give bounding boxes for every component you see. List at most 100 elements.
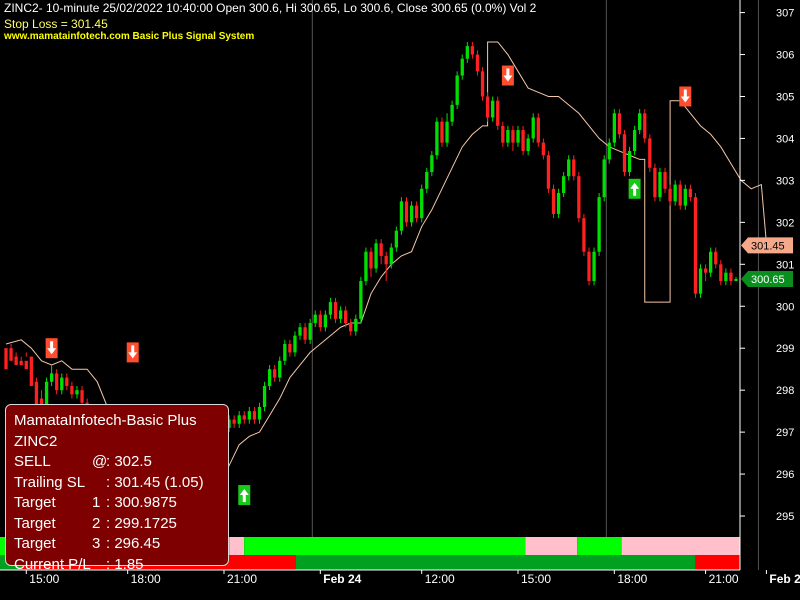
sell-arrow-icon bbox=[45, 338, 58, 359]
info-value: : 300.9875 bbox=[106, 494, 177, 511]
candle-body bbox=[729, 272, 733, 282]
chart-title: ZINC2- 10-minute 25/02/2022 10:40:00 Ope… bbox=[4, 1, 537, 15]
x-tick-label: 21:00 bbox=[227, 572, 257, 586]
candle-body bbox=[475, 54, 480, 72]
candle-body bbox=[491, 100, 495, 118]
candle-body bbox=[496, 100, 500, 126]
candle-body bbox=[551, 188, 556, 214]
candle-body bbox=[369, 251, 373, 269]
y-tick-label: 301 bbox=[776, 259, 794, 271]
info-value: : 296.45 bbox=[106, 535, 161, 552]
signal-band-top bbox=[229, 537, 245, 555]
candle-body bbox=[724, 272, 728, 282]
candle-body bbox=[612, 113, 616, 143]
x-tick-label: Feb 24 bbox=[323, 572, 361, 586]
candle-body bbox=[734, 278, 738, 282]
candle-body bbox=[627, 151, 632, 173]
candle-body bbox=[485, 96, 490, 118]
candle-body bbox=[60, 377, 64, 391]
y-tick-label: 303 bbox=[776, 175, 794, 187]
info-row-target-1: Target 1: 300.9875 bbox=[14, 493, 220, 514]
candle-body bbox=[506, 130, 510, 143]
candle-body bbox=[409, 205, 414, 223]
y-tick-label: 297 bbox=[776, 427, 794, 439]
candle-body bbox=[267, 369, 272, 386]
candle-body bbox=[278, 360, 282, 378]
info-key: Trailing SL bbox=[14, 473, 86, 491]
signal-info-box: MamataInfotech-Basic Plus ZINC2 SELL @: 3… bbox=[5, 404, 229, 573]
candle-body bbox=[14, 356, 18, 365]
info-value: : 302.5 bbox=[106, 453, 152, 470]
info-row-current-pl: Current P/L: 1.85 bbox=[14, 555, 220, 576]
candle-body bbox=[420, 188, 424, 219]
candle-body bbox=[703, 268, 708, 273]
x-tick-label: Feb 25 bbox=[769, 572, 800, 586]
candle-body bbox=[414, 205, 419, 219]
candle-body bbox=[501, 125, 505, 143]
candle-body bbox=[678, 184, 682, 206]
candle-body bbox=[9, 348, 13, 361]
candle-body bbox=[394, 230, 398, 248]
y-tick-label: 296 bbox=[776, 469, 794, 481]
candle-body bbox=[425, 172, 429, 189]
candle-body bbox=[546, 155, 551, 189]
candle-body bbox=[516, 130, 520, 143]
buy-arrow-icon bbox=[628, 178, 641, 199]
y-tick-label: 305 bbox=[776, 91, 794, 103]
candle-body bbox=[404, 201, 409, 223]
y-tick-label: 299 bbox=[776, 343, 794, 355]
y-tick-label: 298 bbox=[776, 385, 794, 397]
sell-arrow-icon bbox=[679, 86, 692, 107]
candle-body bbox=[673, 184, 677, 202]
candle-body bbox=[460, 58, 464, 76]
info-row-trailing-sl: Trailing SL: 301.45 (1.05) bbox=[14, 473, 220, 494]
candle-body bbox=[242, 415, 246, 420]
candle-body bbox=[364, 251, 368, 282]
candle-body bbox=[354, 318, 358, 332]
info-key: Target bbox=[14, 514, 56, 532]
candle-body bbox=[648, 138, 652, 168]
candle-body bbox=[638, 113, 642, 131]
candle-body bbox=[313, 314, 317, 324]
candle-body bbox=[455, 75, 459, 105]
signal-band-top bbox=[244, 537, 526, 555]
candle-body bbox=[308, 323, 312, 340]
candle-body bbox=[602, 159, 606, 198]
candle-body bbox=[567, 159, 571, 177]
candle-body bbox=[323, 314, 328, 328]
candle-body bbox=[75, 390, 79, 395]
candle-body bbox=[632, 130, 637, 152]
candle-body bbox=[389, 247, 393, 265]
candle-body bbox=[293, 335, 297, 353]
info-key: SELL bbox=[14, 453, 51, 470]
info-box-title: MamataInfotech-Basic Plus bbox=[14, 412, 197, 429]
candle-body bbox=[587, 251, 591, 282]
candle-body bbox=[247, 411, 251, 420]
sell-arrow-icon bbox=[501, 65, 514, 86]
brand-text: www.mamatainfotech.com Basic Plus Signal… bbox=[4, 31, 255, 42]
candle-body bbox=[29, 356, 33, 386]
candle-body bbox=[688, 188, 693, 198]
info-sep: 2 bbox=[92, 514, 101, 532]
y-tick-label: 304 bbox=[776, 133, 794, 145]
candle-body bbox=[572, 159, 576, 177]
info-box-symbol: ZINC2 bbox=[14, 432, 58, 450]
candle-body bbox=[359, 281, 363, 319]
candle-body bbox=[70, 385, 74, 395]
candle-body bbox=[298, 327, 302, 336]
x-tick-label: 12:00 bbox=[425, 572, 455, 586]
x-tick-label: 18:00 bbox=[617, 572, 647, 586]
candle-body bbox=[333, 302, 338, 319]
candle-body bbox=[668, 188, 672, 202]
candle-body bbox=[303, 327, 307, 340]
candle-body bbox=[338, 310, 343, 319]
candle-body bbox=[237, 415, 241, 424]
candle-body bbox=[374, 243, 378, 269]
candle-body bbox=[526, 138, 530, 152]
candle-body bbox=[399, 201, 404, 231]
candle-body bbox=[719, 264, 723, 282]
candle-body bbox=[663, 172, 667, 189]
candle-body bbox=[435, 121, 439, 156]
candle-body bbox=[440, 121, 444, 143]
candle-body bbox=[683, 188, 687, 206]
